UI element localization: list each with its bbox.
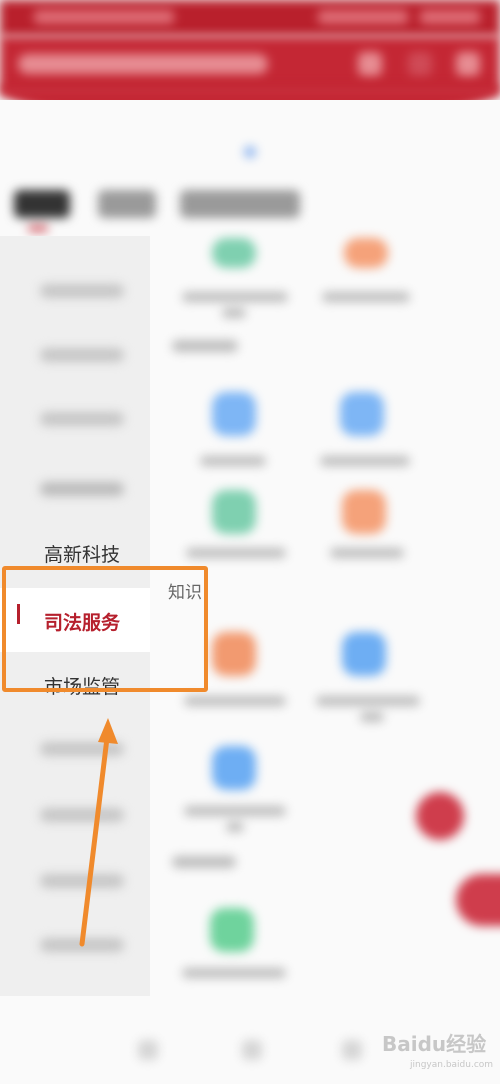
- service-label: [330, 548, 404, 558]
- section-header: [172, 856, 236, 868]
- page-indicator: [244, 146, 256, 158]
- tab-indicator: [28, 226, 48, 231]
- service-icon[interactable]: [212, 746, 256, 790]
- service-label: [200, 456, 266, 466]
- tab-1[interactable]: [14, 190, 70, 218]
- nav-profile-icon[interactable]: [342, 1040, 362, 1060]
- message-icon[interactable]: [408, 52, 432, 76]
- service-icon[interactable]: [212, 392, 256, 436]
- search-bar[interactable]: [18, 54, 268, 74]
- nav-home-icon[interactable]: [138, 1040, 158, 1060]
- service-label: [182, 968, 286, 978]
- service-label: [226, 822, 244, 832]
- watermark-url: jingyan.baidu.com: [410, 1060, 494, 1070]
- sidebar-item-blurred-3[interactable]: [0, 386, 150, 450]
- annotation-arrow-icon: [79, 718, 118, 947]
- scan-icon[interactable]: [358, 52, 382, 76]
- service-label: [184, 806, 286, 816]
- service-label: [316, 696, 420, 706]
- sidebar-item-blurred-1[interactable]: [0, 258, 150, 322]
- sidebar-item-blurred-2[interactable]: [0, 322, 150, 386]
- service-label: [184, 696, 286, 706]
- section-header: [172, 340, 238, 352]
- service-icon[interactable]: [342, 490, 386, 534]
- sidebar-item-label: 高新科技: [44, 544, 121, 566]
- tab-2[interactable]: [98, 190, 156, 218]
- annotation-highlight-box: [2, 566, 208, 692]
- floating-action-button[interactable]: [416, 792, 464, 840]
- service-icon[interactable]: [212, 632, 256, 676]
- floating-side-button[interactable]: [456, 874, 500, 926]
- service-icon[interactable]: [340, 392, 384, 436]
- status-bar: [0, 0, 500, 36]
- status-carrier: [34, 10, 174, 24]
- tab-3[interactable]: [180, 190, 300, 218]
- watermark-logo: Baidu经验: [382, 1032, 487, 1056]
- service-icon[interactable]: [342, 632, 386, 676]
- service-label: [322, 292, 410, 302]
- service-label: [182, 292, 288, 302]
- nav-services-icon[interactable]: [242, 1040, 262, 1060]
- service-label: [320, 456, 410, 466]
- menu-icon[interactable]: [456, 52, 480, 76]
- service-icon[interactable]: [212, 490, 256, 534]
- sidebar-item-blurred-4[interactable]: [0, 456, 150, 520]
- status-battery: [420, 10, 480, 24]
- service-icon[interactable]: [212, 238, 256, 268]
- service-icon[interactable]: [344, 238, 388, 268]
- service-label: [360, 712, 384, 722]
- service-label: [222, 308, 246, 318]
- service-label: [186, 548, 286, 558]
- service-icon[interactable]: [210, 908, 254, 952]
- status-signal: [318, 10, 408, 24]
